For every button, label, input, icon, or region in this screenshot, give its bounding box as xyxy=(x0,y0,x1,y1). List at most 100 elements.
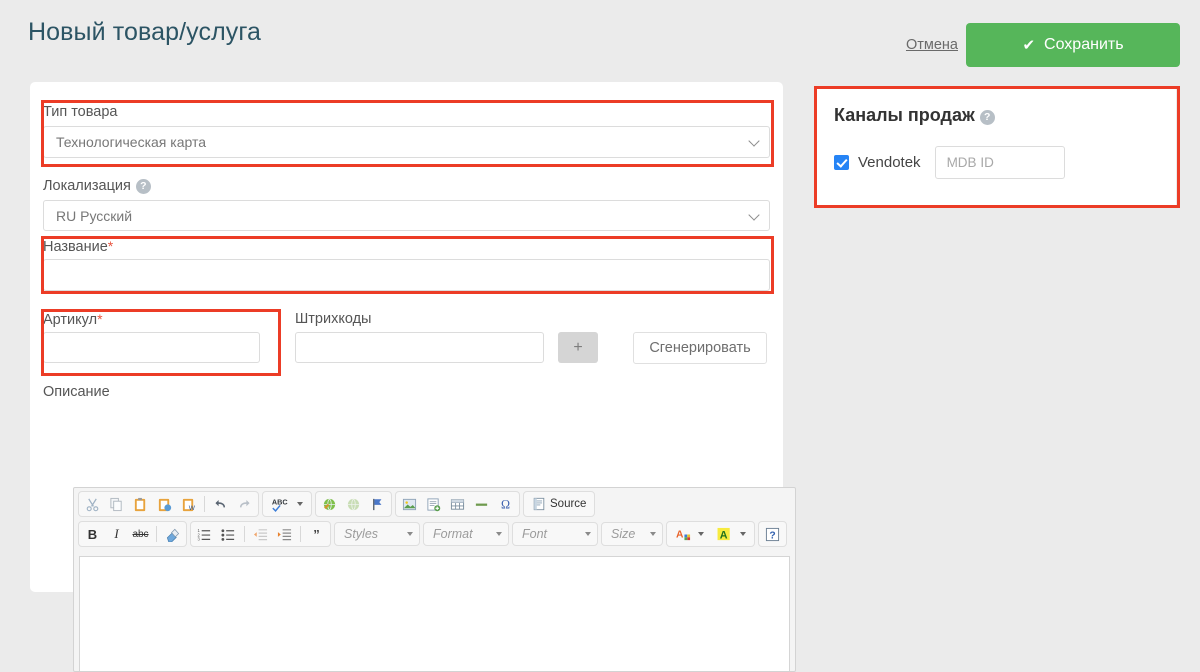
size-dropdown[interactable]: Size xyxy=(601,522,663,546)
insert-group: Ω xyxy=(395,491,520,517)
image-icon[interactable] xyxy=(398,493,421,515)
description-editor: W ABC Ω Source B I abc 1 2 3 ” Styles Fo… xyxy=(73,487,796,672)
spellcheck-icon[interactable]: ABC xyxy=(265,493,309,515)
chevron-down-icon xyxy=(748,208,760,221)
vendotek-label: Vendotek xyxy=(858,154,921,171)
chevron-down-icon xyxy=(650,532,656,536)
cancel-link[interactable]: Отмена xyxy=(906,37,958,53)
styles-dropdown[interactable]: Styles xyxy=(334,522,420,546)
svg-text:W: W xyxy=(189,505,196,512)
link-icon[interactable] xyxy=(318,493,341,515)
colors-group: A A xyxy=(666,521,755,547)
toolbar-separator xyxy=(156,526,157,542)
paste-icon[interactable] xyxy=(129,493,152,515)
table-icon[interactable] xyxy=(446,493,469,515)
localization-label: Локализация? xyxy=(43,178,151,194)
sales-channels-card: Каналы продаж? Vendotek xyxy=(816,88,1176,207)
svg-text:A: A xyxy=(676,529,684,540)
background-color-icon[interactable]: A xyxy=(711,523,752,545)
link-group xyxy=(315,491,392,517)
remove-format-icon[interactable] xyxy=(161,523,184,545)
outdent-icon[interactable] xyxy=(249,523,272,545)
add-barcode-button[interactable]: + xyxy=(558,332,598,363)
vendotek-checkbox[interactable] xyxy=(834,155,849,170)
product-form-card: Тип товара Технологическая карта Локализ… xyxy=(30,82,796,672)
toolbar-separator xyxy=(244,526,245,542)
text-color-icon[interactable]: A xyxy=(669,523,710,545)
page-header: Новый товар/услуга Отмена ✔ Сохранить xyxy=(0,0,1200,82)
name-label-text: Название xyxy=(43,239,108,255)
editor-toolbar-row-2: B I abc 123 ” Styles Format Font Size A … xyxy=(74,517,795,547)
chevron-down-icon xyxy=(585,532,591,536)
format-dropdown-label: Format xyxy=(433,527,473,541)
paragraph-group: 123 ” xyxy=(190,521,331,547)
source-group: Source xyxy=(523,491,596,517)
anchor-icon[interactable] xyxy=(366,493,389,515)
description-label: Описание xyxy=(43,384,110,400)
font-dropdown[interactable]: Font xyxy=(512,522,598,546)
product-type-value: Технологическая карта xyxy=(56,134,207,150)
save-button-label: Сохранить xyxy=(1044,36,1124,53)
unlink-icon[interactable] xyxy=(342,493,365,515)
paste-from-word-icon[interactable]: W xyxy=(177,493,200,515)
styles-dropdown-label: Styles xyxy=(344,527,379,541)
copy-icon[interactable] xyxy=(105,493,128,515)
horizontal-rule-icon[interactable] xyxy=(470,493,493,515)
blockquote-icon[interactable]: ” xyxy=(305,523,328,545)
strikethrough-icon[interactable]: abc xyxy=(129,523,152,545)
sales-channels-title: Каналы продаж? xyxy=(834,105,995,126)
spellcheck-group: ABC xyxy=(262,491,312,517)
chevron-down-icon xyxy=(698,532,704,536)
svg-text:?: ? xyxy=(769,530,775,541)
name-label: Название* xyxy=(43,238,113,255)
article-label: Артикул* xyxy=(43,311,103,328)
format-dropdown[interactable]: Format xyxy=(423,522,509,546)
help-circle-icon[interactable]: ? xyxy=(135,179,151,194)
about-group: ? xyxy=(758,521,787,547)
special-char-icon[interactable]: Ω xyxy=(494,493,517,515)
barcode-input[interactable] xyxy=(295,332,544,363)
editor-toolbar-row-1: W ABC Ω Source xyxy=(74,488,795,517)
bold-icon[interactable]: B xyxy=(81,523,104,545)
clipboard-group: W xyxy=(78,491,259,517)
chevron-down-icon xyxy=(407,532,413,536)
svg-text:ABC: ABC xyxy=(272,497,288,506)
svg-text:Ω: Ω xyxy=(501,497,510,511)
channel-row-vendotek: Vendotek xyxy=(834,146,1065,179)
name-input[interactable] xyxy=(43,259,770,291)
indent-icon[interactable] xyxy=(273,523,296,545)
generate-barcode-button[interactable]: Сгенерировать xyxy=(633,332,767,364)
chevron-down-icon xyxy=(496,532,502,536)
font-dropdown-label: Font xyxy=(522,527,548,541)
toolbar-separator xyxy=(204,496,205,512)
save-button[interactable]: ✔ Сохранить xyxy=(966,23,1180,67)
basic-styles-group: B I abc xyxy=(78,521,187,547)
numbered-list-icon[interactable]: 123 xyxy=(193,523,216,545)
page-break-icon[interactable] xyxy=(422,493,445,515)
bulleted-list-icon[interactable] xyxy=(217,523,240,545)
description-editor-body[interactable] xyxy=(79,556,790,671)
article-label-text: Артикул xyxy=(43,312,98,328)
localization-label-text: Локализация xyxy=(43,178,131,194)
source-button[interactable]: Source xyxy=(526,493,592,515)
chevron-down-icon xyxy=(748,135,760,147)
toolbar-separator xyxy=(300,526,301,542)
required-marker: * xyxy=(97,311,103,327)
article-input[interactable] xyxy=(43,332,260,363)
help-circle-icon[interactable]: ? xyxy=(979,110,995,125)
svg-text:3: 3 xyxy=(197,536,200,541)
svg-text:A: A xyxy=(720,529,728,541)
paste-text-icon[interactable] xyxy=(153,493,176,515)
vendotek-mdb-id-input[interactable] xyxy=(934,146,1065,179)
italic-icon[interactable]: I xyxy=(105,523,128,545)
undo-icon[interactable] xyxy=(209,493,232,515)
localization-select[interactable]: RU Русский xyxy=(43,200,770,231)
help-icon[interactable]: ? xyxy=(761,523,784,545)
product-type-select[interactable]: Технологическая карта xyxy=(43,126,770,158)
cut-icon[interactable] xyxy=(81,493,104,515)
page-title: Новый товар/услуга xyxy=(28,18,262,46)
size-dropdown-label: Size xyxy=(611,527,636,541)
redo-icon[interactable] xyxy=(233,493,256,515)
localization-value: RU Русский xyxy=(56,207,133,224)
source-label: Source xyxy=(550,498,587,510)
